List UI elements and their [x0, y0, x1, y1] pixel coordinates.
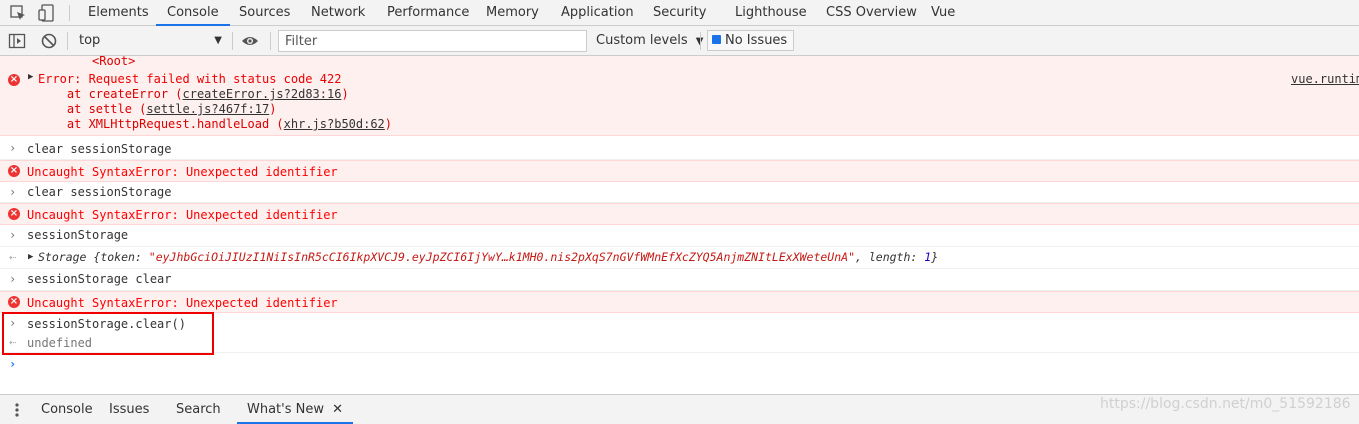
root-tag: <Root>: [92, 56, 136, 68]
watermark: https://blog.csdn.net/m0_51592186: [1100, 396, 1351, 412]
error-text: Uncaught SyntaxError: Unexpected identif…: [27, 165, 338, 179]
prompt-chevron-icon: ›: [9, 357, 17, 371]
error-message: × Uncaught SyntaxError: Unexpected ident…: [0, 291, 1359, 313]
stack-line: at settle (settle.js?467f:17): [38, 102, 277, 116]
drawer-tab-whats-new[interactable]: What's New ✕: [237, 395, 354, 424]
eye-icon[interactable]: [241, 32, 259, 50]
tab-application[interactable]: Application: [561, 0, 634, 26]
inspect-element-icon[interactable]: [8, 3, 28, 23]
error-icon: ×: [8, 208, 20, 220]
error-icon: ×: [8, 296, 20, 308]
prompt-chevron-icon: ›: [9, 185, 17, 199]
console-toolbar: top ▼ Custom levels ▼ No Issues: [0, 26, 1359, 56]
issues-label: No Issues: [725, 33, 788, 48]
error-icon: ×: [8, 165, 20, 177]
console-input-row: › clear sessionStorage: [0, 182, 1359, 203]
more-options-icon[interactable]: [13, 402, 21, 418]
error-title: Error: Request failed with status code 4…: [38, 72, 342, 86]
storage-object[interactable]: Storage {token: "eyJhbGciOiJIUzI1NiIsInR…: [38, 250, 938, 264]
stack-link[interactable]: createError.js?2d83:16: [183, 87, 342, 101]
stack-line: at XMLHttpRequest.handleLoad (xhr.js?b50…: [38, 117, 393, 131]
console-input: sessionStorage clear: [27, 272, 172, 286]
return-arrow-icon: ⇠: [9, 250, 17, 264]
tab-security[interactable]: Security: [653, 0, 706, 26]
source-link[interactable]: vue.runtim: [1291, 72, 1359, 86]
expand-arrow-icon[interactable]: ▶: [28, 252, 33, 262]
expand-arrow-icon[interactable]: ▶: [28, 72, 33, 82]
error-text: Uncaught SyntaxError: Unexpected identif…: [27, 208, 338, 222]
console-input-row: › clear sessionStorage: [0, 138, 1359, 160]
toolbar-separator: [67, 32, 68, 50]
prompt-chevron-icon: ›: [9, 228, 17, 242]
tab-css-overview[interactable]: CSS Overview: [826, 0, 917, 26]
tab-vue[interactable]: Vue: [931, 0, 955, 26]
toolbar-separator: [700, 32, 701, 50]
console-input: sessionStorage: [27, 228, 129, 242]
tab-memory[interactable]: Memory: [486, 0, 539, 26]
error-message: × Uncaught SyntaxError: Unexpected ident…: [0, 160, 1359, 182]
stack-line: at createError (createError.js?2d83:16): [38, 87, 349, 101]
devtools-tab-bar: Elements Console Sources Network Perform…: [0, 0, 1359, 26]
issues-flag-icon: [712, 35, 721, 44]
tab-separator: [69, 5, 70, 21]
log-levels-dropdown[interactable]: Custom levels ▼: [596, 30, 703, 52]
tab-console[interactable]: Console: [156, 0, 230, 26]
dropdown-arrow-icon: ▼: [214, 35, 222, 46]
context-selector[interactable]: top ▼: [73, 29, 228, 52]
console-input-row: › sessionStorage: [0, 225, 1359, 247]
highlight-box: [2, 312, 214, 355]
drawer-tab-label: What's New: [247, 402, 324, 417]
drawer-tab-console[interactable]: Console: [41, 395, 93, 424]
console-input-row: › sessionStorage clear: [0, 269, 1359, 291]
context-value: top: [79, 33, 101, 48]
prompt-chevron-icon: ›: [9, 272, 17, 286]
toolbar-separator: [270, 32, 271, 50]
show-sidebar-icon[interactable]: [8, 32, 26, 50]
filter-input[interactable]: [278, 30, 587, 52]
log-levels-label: Custom levels: [596, 33, 688, 48]
stack-link[interactable]: settle.js?467f:17: [146, 102, 269, 116]
console-input: clear sessionStorage: [27, 142, 172, 156]
device-toolbar-icon[interactable]: [37, 3, 57, 23]
console-result-row: ⇠ ▶ Storage {token: "eyJhbGciOiJIUzI1NiI…: [0, 247, 1359, 269]
clear-console-icon[interactable]: [40, 32, 58, 50]
tab-elements[interactable]: Elements: [88, 0, 149, 26]
tab-sources[interactable]: Sources: [239, 0, 290, 26]
error-icon: ×: [8, 74, 20, 86]
error-text: Uncaught SyntaxError: Unexpected identif…: [27, 296, 338, 310]
toolbar-separator: [232, 32, 233, 50]
issues-button[interactable]: No Issues: [707, 30, 795, 51]
stack-link[interactable]: xhr.js?b50d:62: [284, 117, 385, 131]
drawer-tab-issues[interactable]: Issues: [109, 395, 149, 424]
console-input: clear sessionStorage: [27, 185, 172, 199]
error-message: <Root> × ▶ Error: Request failed with st…: [0, 56, 1359, 136]
prompt-chevron-icon: ›: [9, 141, 17, 155]
drawer-tab-search[interactable]: Search: [176, 395, 221, 424]
tab-lighthouse[interactable]: Lighthouse: [735, 0, 807, 26]
error-message: × Uncaught SyntaxError: Unexpected ident…: [0, 203, 1359, 225]
tab-network[interactable]: Network: [311, 0, 365, 26]
console-prompt-input[interactable]: [26, 354, 1346, 374]
close-icon[interactable]: ✕: [332, 402, 343, 417]
tab-performance[interactable]: Performance: [387, 0, 469, 26]
